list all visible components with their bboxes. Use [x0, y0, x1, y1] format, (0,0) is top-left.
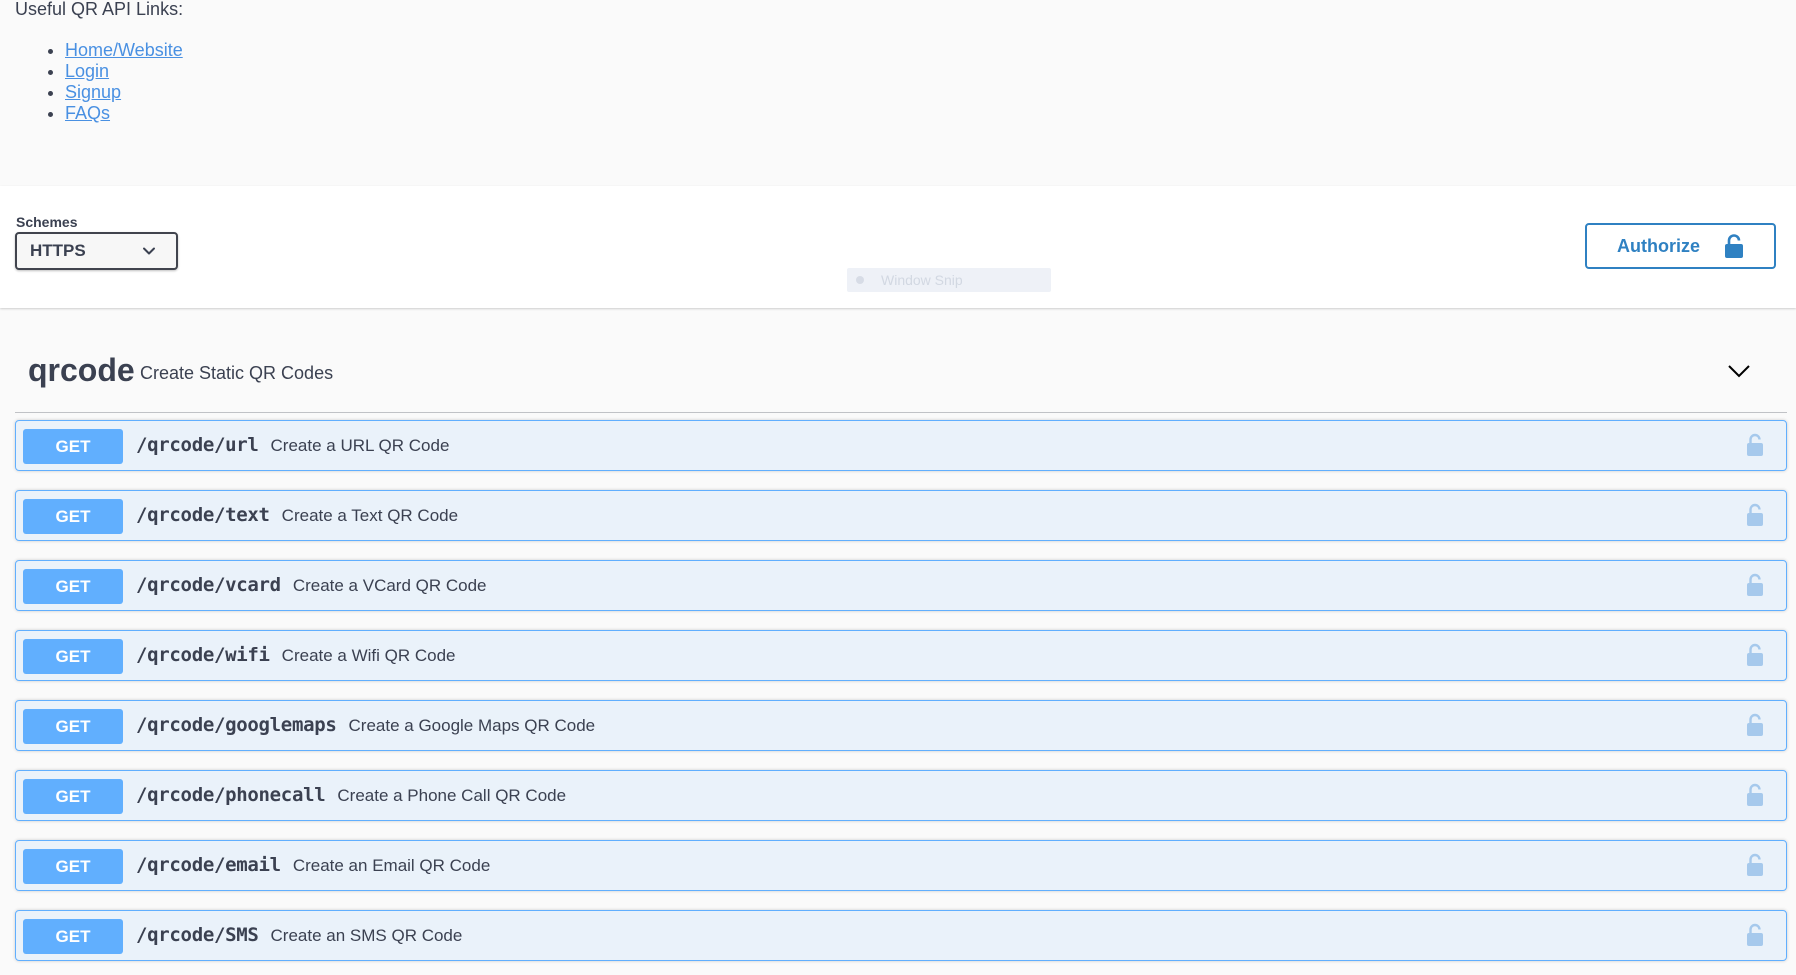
operation-get-sms[interactable]: GET /qrcode/SMS Create an SMS QR Code [15, 910, 1787, 961]
unlocked-lock-icon[interactable] [1746, 503, 1764, 527]
method-badge-get: GET [23, 499, 123, 534]
list-item: FAQs [48, 103, 183, 124]
path-text: /qrcode/vcard [136, 574, 281, 596]
operation-path: /qrcode/wifi Create a Wifi QR Code [136, 644, 456, 666]
schemes-select[interactable]: HTTPS [15, 232, 178, 270]
tag-name: qrcode [28, 352, 135, 388]
operation-summary: Create an Email QR Code [292, 856, 491, 875]
path-text: /qrcode/wifi [136, 644, 270, 666]
path-text: /qrcode/email [136, 854, 281, 876]
path-text: /qrcode/phonecall [136, 784, 326, 806]
record-dot-icon [856, 276, 864, 284]
list-item: Signup [48, 82, 183, 103]
method-badge-get: GET [23, 919, 123, 954]
list-item: Login [48, 61, 183, 82]
unlocked-lock-icon[interactable] [1746, 643, 1764, 667]
operation-path: /qrcode/SMS Create an SMS QR Code [136, 924, 462, 946]
operation-get-url[interactable]: GET /qrcode/url Create a URL QR Code [15, 420, 1787, 471]
link-faqs[interactable]: FAQs [65, 103, 110, 123]
chevron-down-icon [143, 247, 155, 255]
method-badge-get: GET [23, 779, 123, 814]
operation-path: /qrcode/vcard Create a VCard QR Code [136, 574, 487, 596]
path-text: /qrcode/text [136, 504, 270, 526]
unlocked-lock-icon[interactable] [1746, 713, 1764, 737]
method-badge-get: GET [23, 709, 123, 744]
unlocked-lock-icon[interactable] [1746, 433, 1764, 457]
operation-path: /qrcode/phonecall Create a Phone Call QR … [136, 784, 566, 806]
chevron-down-icon[interactable] [1727, 362, 1751, 380]
operation-summary: Create a Wifi QR Code [281, 646, 456, 665]
links-list: Home/Website Login Signup FAQs [48, 40, 183, 124]
links-heading: Useful QR API Links: [15, 0, 184, 19]
schemes-label: Schemes [16, 214, 78, 230]
operation-summary: Create a VCard QR Code [292, 576, 487, 595]
operation-summary: Create an SMS QR Code [270, 926, 463, 945]
operation-path: /qrcode/text Create a Text QR Code [136, 504, 458, 526]
operation-summary: Create a Text QR Code [281, 506, 459, 525]
method-badge-get: GET [23, 849, 123, 884]
operation-get-phonecall[interactable]: GET /qrcode/phonecall Create a Phone Call… [15, 770, 1787, 821]
unlocked-lock-icon[interactable] [1746, 923, 1764, 947]
schemes-selected-value: HTTPS [30, 241, 86, 260]
path-text: /qrcode/url [136, 434, 259, 456]
unlocked-lock-icon[interactable] [1746, 783, 1764, 807]
operation-get-text[interactable]: GET /qrcode/text Create a Text QR Code [15, 490, 1787, 541]
method-badge-get: GET [23, 429, 123, 464]
tag-header-qrcode[interactable]: qrcode Create Static QR Codes [15, 340, 1787, 413]
operation-path: /qrcode/email Create an Email QR Code [136, 854, 490, 876]
list-item: Home/Website [48, 40, 183, 61]
window-snip-overlay: Window Snip [847, 268, 1051, 292]
operation-path: /qrcode/url Create a URL QR Code [136, 434, 449, 456]
unlocked-lock-icon [1725, 234, 1743, 258]
operation-get-wifi[interactable]: GET /qrcode/wifi Create a Wifi QR Code [15, 630, 1787, 681]
operation-summary: Create a Google Maps QR Code [348, 716, 596, 735]
link-login[interactable]: Login [65, 61, 109, 81]
path-text: /qrcode/googlemaps [136, 714, 337, 736]
authorize-label: Authorize [1617, 236, 1700, 256]
operation-get-email[interactable]: GET /qrcode/email Create an Email QR Code [15, 840, 1787, 891]
operation-get-vcard[interactable]: GET /qrcode/vcard Create a VCard QR Code [15, 560, 1787, 611]
method-badge-get: GET [23, 569, 123, 604]
window-snip-label: Window Snip [881, 272, 963, 288]
operation-summary: Create a URL QR Code [270, 436, 450, 455]
path-text: /qrcode/SMS [136, 924, 259, 946]
operation-summary: Create a Phone Call QR Code [337, 786, 567, 805]
operation-get-googlemaps[interactable]: GET /qrcode/googlemaps Create a Google Ma… [15, 700, 1787, 751]
link-home-website[interactable]: Home/Website [65, 40, 183, 60]
info-section: Useful QR API Links: Home/Website Login … [0, 0, 1796, 186]
method-badge-get: GET [23, 639, 123, 674]
operation-path: /qrcode/googlemaps Create a Google Maps Q… [136, 714, 595, 736]
operations-list: GET /qrcode/url Create a URL QR Code GET … [15, 420, 1787, 975]
unlocked-lock-icon[interactable] [1746, 853, 1764, 877]
unlocked-lock-icon[interactable] [1746, 573, 1764, 597]
tag-description: Create Static QR Codes [140, 363, 334, 383]
link-signup[interactable]: Signup [65, 82, 121, 102]
authorize-button[interactable]: Authorize [1585, 223, 1776, 269]
